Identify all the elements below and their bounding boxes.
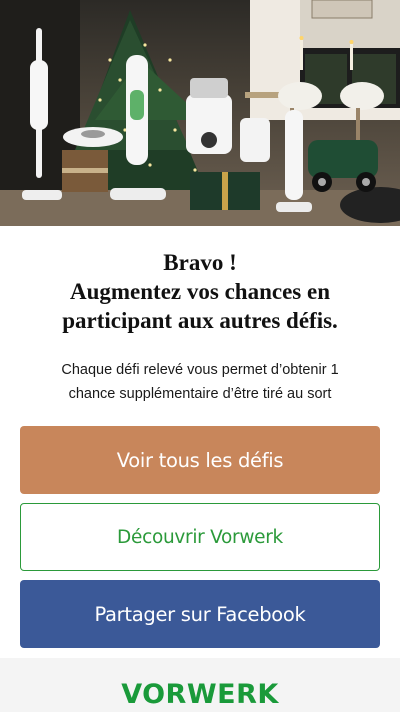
headline-line-2: Augmentez vos chances en	[70, 279, 330, 304]
see-all-challenges-label: Voir tous les défis	[116, 448, 284, 472]
hero-illustration	[0, 0, 400, 226]
see-all-challenges-button[interactable]: Voir tous les défis	[20, 426, 380, 494]
vorwerk-logo[interactable]: VORWERK	[0, 678, 400, 712]
subtitle: Chaque défi relevé vous permet d’obtenir…	[30, 358, 370, 406]
headline-line-3: participant aux autres défis.	[62, 308, 338, 333]
discover-vorwerk-label: Découvrir Vorwerk	[117, 526, 283, 548]
subtitle-line-1: Chaque défi relevé vous permet d’obtenir…	[61, 362, 339, 378]
subtitle-line-2: chance supplémentaire d’être tiré au sor…	[68, 386, 332, 402]
headline: Bravo ! Augmentez vos chances en partici…	[0, 248, 400, 335]
share-facebook-button[interactable]: Partager sur Facebook	[20, 580, 380, 648]
discover-vorwerk-button[interactable]: Découvrir Vorwerk	[20, 503, 380, 571]
share-facebook-label: Partager sur Facebook	[94, 602, 306, 626]
hero-image	[0, 0, 400, 226]
headline-line-1: Bravo !	[163, 250, 237, 275]
